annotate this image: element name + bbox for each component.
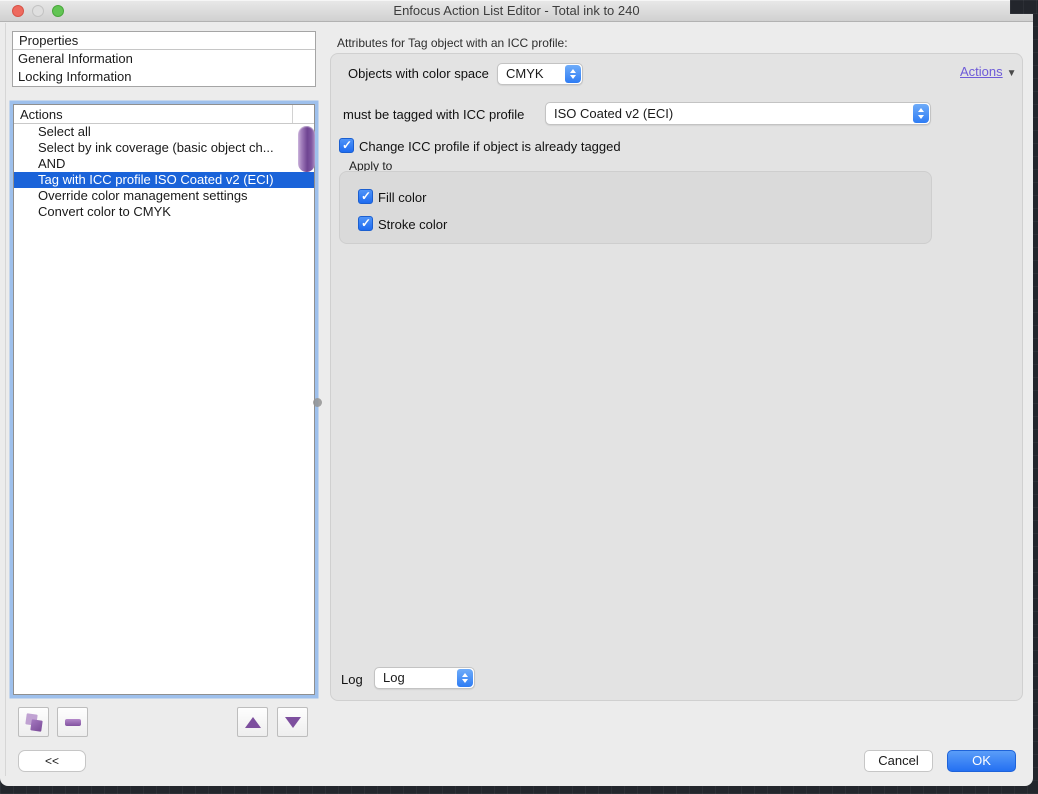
cancel-button[interactable]: Cancel (864, 750, 933, 772)
properties-header: Properties (13, 32, 315, 50)
move-up-button[interactable] (237, 707, 268, 737)
fill-color-label: Fill color (378, 190, 427, 205)
change-profile-label: Change ICC profile if object is already … (359, 139, 621, 154)
properties-item-general[interactable]: General Information (13, 50, 315, 68)
action-row-select-all[interactable]: Select all (14, 124, 314, 140)
actions-header-column-divider (292, 105, 293, 123)
actions-list-header: Actions (14, 105, 314, 124)
action-row-select-by-ink[interactable]: Select by ink coverage (basic object ch.… (14, 140, 314, 156)
duplicate-action-button[interactable] (18, 707, 49, 737)
attributes-header: Attributes for Tag object with an ICC pr… (337, 36, 568, 50)
desktop-background-notch (1010, 0, 1038, 14)
action-row-convert-cmyk[interactable]: Convert color to CMYK (14, 204, 314, 220)
icc-profile-select[interactable]: ISO Coated v2 (ECI) (545, 102, 931, 125)
log-select[interactable]: Log (374, 667, 475, 689)
stroke-color-checkbox[interactable] (358, 216, 373, 231)
stepper-icon (457, 669, 473, 687)
window-title: Enfocus Action List Editor - Total ink t… (393, 3, 640, 18)
stepper-icon (913, 104, 929, 123)
properties-item-locking[interactable]: Locking Information (13, 68, 315, 86)
action-row-and[interactable]: AND (14, 156, 314, 172)
move-down-button[interactable] (277, 707, 308, 737)
action-row-override-cm[interactable]: Override color management settings (14, 188, 314, 204)
stepper-icon (565, 65, 581, 83)
remove-action-button[interactable] (57, 707, 88, 737)
action-list-editor-window: Enfocus Action List Editor - Total ink t… (0, 0, 1033, 786)
apply-to-groupbox (339, 171, 932, 244)
titlebar[interactable]: Enfocus Action List Editor - Total ink t… (0, 0, 1033, 22)
icc-profile-value: ISO Coated v2 (ECI) (554, 106, 674, 121)
splitter-handle[interactable] (313, 398, 322, 407)
minus-icon (65, 719, 81, 726)
left-edge-divider (5, 23, 6, 776)
actions-header-label: Actions (20, 107, 63, 122)
fill-color-checkbox[interactable] (358, 189, 373, 204)
collapse-panel-button[interactable]: << (18, 750, 86, 772)
icc-profile-label: must be tagged with ICC profile (343, 107, 525, 122)
stroke-color-label: Stroke color (378, 217, 448, 232)
arrow-down-icon (285, 717, 301, 728)
properties-list: Properties General Information Locking I… (12, 31, 316, 87)
action-row-tag-icc-selected[interactable]: Tag with ICC profile ISO Coated v2 (ECI) (14, 172, 314, 188)
change-profile-checkbox[interactable] (339, 138, 354, 153)
actions-menu-link[interactable]: Actions (960, 64, 1003, 79)
color-space-label: Objects with color space (348, 66, 489, 81)
ok-button[interactable]: OK (947, 750, 1016, 772)
log-label: Log (341, 672, 363, 687)
actions-list: Actions Select all Select by ink coverag… (13, 104, 315, 695)
actions-scrollbar-thumb[interactable] (298, 126, 315, 172)
actions-menu[interactable]: Actions ▼ (960, 64, 1017, 79)
menu-arrow-icon: ▼ (1006, 68, 1017, 79)
arrow-up-icon (245, 717, 261, 728)
color-space-select[interactable]: CMYK (497, 63, 583, 85)
